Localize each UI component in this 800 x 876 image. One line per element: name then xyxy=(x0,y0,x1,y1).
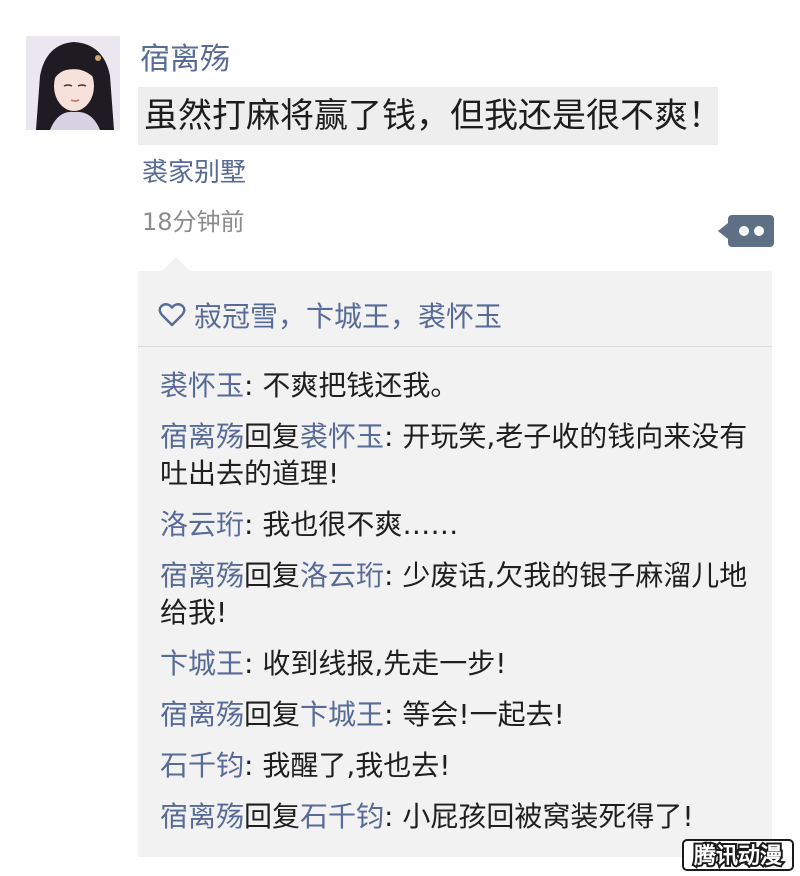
avatar-illustration xyxy=(26,36,120,130)
comment-author[interactable]: 裘怀玉 xyxy=(160,369,244,402)
reply-target[interactable]: 裘怀玉 xyxy=(300,420,384,453)
comment-item[interactable]: 宿离殇回复洛云珩: 少废话,欠我的银子麻溜儿地给我! xyxy=(160,557,760,631)
comment-item[interactable]: 宿离殇回复石千钧: 小屁孩回被窝装死得了! xyxy=(160,798,760,835)
comment-item[interactable]: 裘怀玉: 不爽把钱还我。 xyxy=(160,367,760,404)
reply-target[interactable]: 石千钧 xyxy=(300,800,384,833)
post-author[interactable]: 宿离殇 xyxy=(140,40,230,80)
reply-target[interactable]: 洛云珩 xyxy=(300,559,384,592)
avatar[interactable] xyxy=(26,36,120,130)
dot-icon xyxy=(754,226,764,236)
watermark-logo: 腾讯动漫 xyxy=(682,838,794,872)
comment-author[interactable]: 石千钧 xyxy=(160,749,244,782)
reply-word: 回复 xyxy=(244,698,301,731)
dot-icon xyxy=(739,226,749,236)
comment-more-icon[interactable] xyxy=(718,215,774,247)
comment-text: : 收到线报,先走一步! xyxy=(244,647,507,680)
likes-names[interactable]: 寂冠雪，卞城王，裘怀玉 xyxy=(194,297,502,337)
comment-item[interactable]: 石千钧: 我醒了,我也去! xyxy=(160,747,760,784)
comment-author[interactable]: 宿离殇 xyxy=(160,420,244,453)
post-time: 18分钟前 xyxy=(142,208,245,236)
comment-author[interactable]: 卞城王 xyxy=(160,647,244,680)
comment-text: : 小屁孩回被窝装死得了! xyxy=(384,800,694,833)
reply-target[interactable]: 卞城王 xyxy=(300,698,384,731)
comment-author[interactable]: 宿离殇 xyxy=(160,800,244,833)
comment-text: : 等会!一起去! xyxy=(384,698,565,731)
comment-text: : 我醒了,我也去! xyxy=(244,749,451,782)
comment-author[interactable]: 宿离殇 xyxy=(160,698,244,731)
comment-item[interactable]: 洛云珩: 我也很不爽…… xyxy=(160,506,760,543)
post-text: 虽然打麻将赢了钱，但我还是很不爽！ xyxy=(138,87,718,145)
post-location[interactable]: 裘家别墅 xyxy=(142,155,246,191)
watermark-text: 腾讯动漫 xyxy=(694,844,782,869)
watermark-logo-mark: 腾讯动漫 xyxy=(682,839,794,871)
comment-text: : 我也很不爽…… xyxy=(244,508,459,541)
reply-word: 回复 xyxy=(244,800,301,833)
heart-icon xyxy=(158,303,186,327)
reply-word: 回复 xyxy=(244,420,301,453)
comment-text: : 不爽把钱还我。 xyxy=(244,369,459,402)
comment-author[interactable]: 宿离殇 xyxy=(160,559,244,592)
comment-item[interactable]: 卞城王: 收到线报,先走一步! xyxy=(160,645,760,682)
likes-row: 寂冠雪，卞城王，裘怀玉 xyxy=(138,271,772,347)
comment-item[interactable]: 宿离殇回复裘怀玉: 开玩笑,老子收的钱向来没有吐出去的道理! xyxy=(160,418,760,492)
comment-item[interactable]: 宿离殇回复卞城王: 等会!一起去! xyxy=(160,696,760,733)
comment-author[interactable]: 洛云珩 xyxy=(160,508,244,541)
comment-box-arrow xyxy=(162,257,190,271)
comment-box: 寂冠雪，卞城王，裘怀玉 裘怀玉: 不爽把钱还我。 宿离殇回复裘怀玉: 开玩笑,老… xyxy=(138,257,772,857)
comment-list: 裘怀玉: 不爽把钱还我。 宿离殇回复裘怀玉: 开玩笑,老子收的钱向来没有吐出去的… xyxy=(160,367,760,849)
reply-word: 回复 xyxy=(244,559,301,592)
